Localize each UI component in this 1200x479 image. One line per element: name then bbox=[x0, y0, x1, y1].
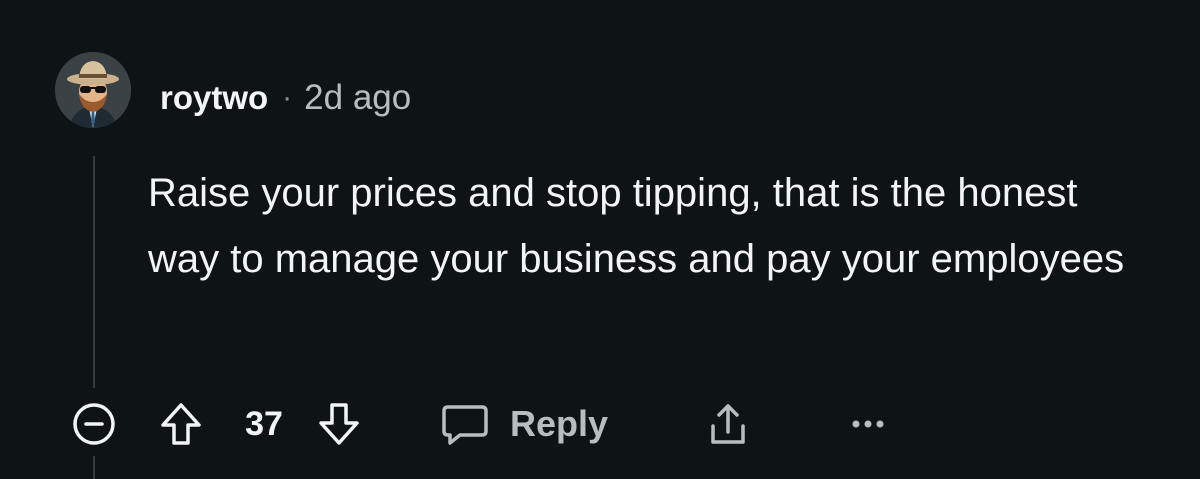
more-options-button[interactable] bbox=[846, 396, 890, 452]
vote-count: 37 bbox=[245, 404, 283, 443]
user-avatar[interactable] bbox=[55, 52, 131, 128]
timestamp: 2d ago bbox=[304, 78, 412, 117]
arrow-down-outline-icon bbox=[319, 403, 359, 445]
downvote-button[interactable] bbox=[316, 396, 362, 452]
comment-body: Raise your prices and stop tipping, that… bbox=[148, 171, 1125, 281]
share-button[interactable] bbox=[702, 396, 754, 452]
upvote-button[interactable] bbox=[158, 396, 204, 452]
speech-bubble-icon bbox=[442, 405, 488, 445]
comment-header: roytwo · 2d ago bbox=[160, 74, 411, 122]
meta-separator: · bbox=[282, 81, 293, 114]
ellipsis-icon bbox=[852, 420, 884, 428]
collapse-button[interactable] bbox=[66, 396, 122, 452]
thread-line[interactable] bbox=[93, 156, 95, 388]
comment-action-bar: 37 Reply bbox=[0, 396, 1200, 452]
share-upload-icon bbox=[711, 404, 745, 444]
reply-button[interactable]: Reply bbox=[440, 396, 620, 452]
thread-line-continuation[interactable] bbox=[93, 456, 95, 479]
arrow-up-outline-icon bbox=[161, 403, 201, 445]
minus-circle-icon bbox=[73, 403, 115, 445]
username[interactable]: roytwo bbox=[160, 79, 268, 117]
avatar-illustration bbox=[55, 52, 131, 128]
reply-label: Reply bbox=[510, 403, 609, 444]
